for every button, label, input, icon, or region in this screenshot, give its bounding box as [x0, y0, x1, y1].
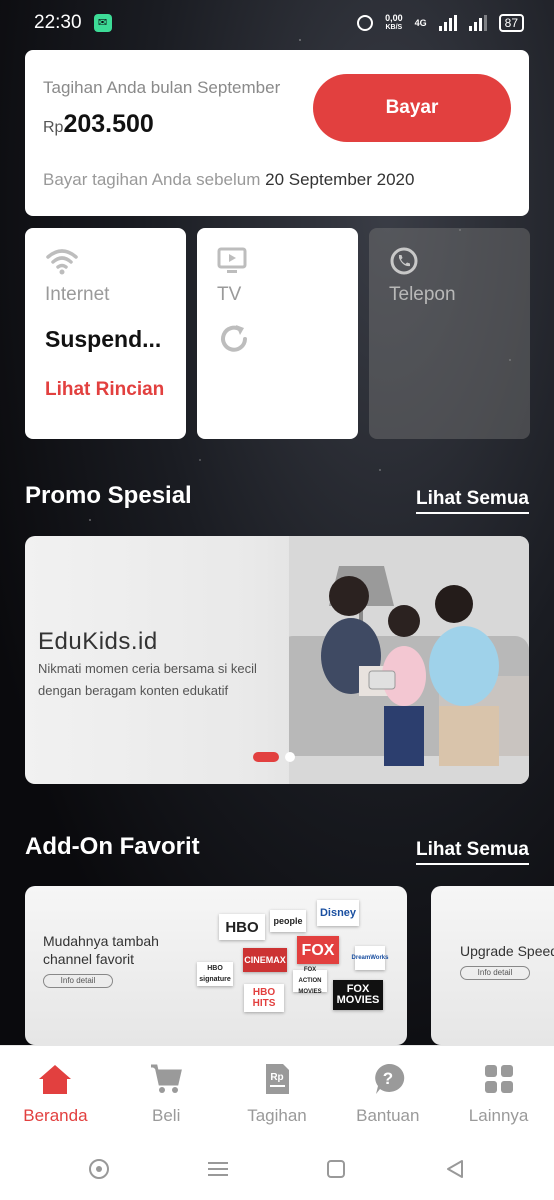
cart-icon: [151, 1064, 183, 1093]
phone-icon: [389, 246, 510, 280]
signal-icon: [438, 15, 457, 31]
battery-icon: 87: [498, 14, 524, 32]
hbo-signature-logo: HBO signature: [197, 962, 233, 986]
notification-app-icon: ✉: [93, 14, 112, 32]
pay-button[interactable]: Bayar: [313, 74, 511, 142]
refresh-icon[interactable]: [217, 322, 338, 361]
carousel-indicator: [253, 752, 295, 762]
hbo-hits-logo: HBO HITS: [244, 984, 284, 1012]
status-bar: 22:30 ✉ 0,00 KB/S 4G 87: [0, 0, 554, 46]
service-status: Suspend...: [45, 326, 162, 352]
fox-movies-logo: FOX MOVIES: [333, 980, 383, 1010]
nav-help[interactable]: ? Bantuan: [332, 1046, 443, 1137]
svg-text:Rp: Rp: [270, 1072, 283, 1083]
hbo-logo: HBO: [219, 914, 265, 940]
service-tile-phone: Telepon: [369, 228, 530, 439]
tv-icon: [217, 246, 338, 280]
nav-bill[interactable]: Rp Tagihan: [222, 1046, 333, 1137]
addon-section-title: Add-On Favorit: [25, 833, 200, 860]
info-detail-button[interactable]: Info detail: [460, 966, 530, 980]
net-speed: 0,00 KB/S: [385, 13, 403, 32]
promo-description: Nikmati momen ceria bersama si kecil den…: [38, 661, 257, 698]
alarm-icon: [357, 15, 374, 31]
help-icon: ?: [374, 1063, 404, 1094]
back-icon[interactable]: [444, 1158, 466, 1180]
home-button-icon[interactable]: [325, 1158, 347, 1180]
promo-banner[interactable]: EduKids.id Nikmati momen ceria bersama s…: [25, 536, 529, 784]
network-type: 4G: [414, 18, 427, 28]
fox-logo: FOX: [297, 936, 339, 964]
cinemax-logo: CINEMAX: [243, 948, 287, 972]
dreamworks-logo: DreamWorks: [352, 946, 388, 970]
addon-see-all-link[interactable]: Lihat Semua: [416, 839, 529, 865]
bottom-nav: Beranda Beli Rp Tagihan ? Bantuan Lainny…: [0, 1045, 554, 1137]
nav-more[interactable]: Lainnya: [443, 1046, 554, 1137]
nav-label: Lainnya: [468, 1106, 529, 1125]
menu-icon[interactable]: [207, 1159, 229, 1179]
bill-card: Tagihan Anda bulan September Rp203.500 B…: [25, 50, 529, 216]
people-logo: people: [270, 910, 306, 932]
promo-section-title: Promo Spesial: [25, 482, 192, 509]
status-time: 22:30: [34, 12, 82, 33]
addon-card-speed[interactable]: Upgrade Speed Info detail: [431, 886, 554, 1045]
addon-text: Upgrade Speed: [460, 943, 554, 959]
promo-title: EduKids.id: [38, 628, 158, 655]
assistant-icon[interactable]: [88, 1158, 110, 1180]
nav-label: Beli: [152, 1106, 181, 1125]
promo-family-image: [289, 536, 529, 784]
carousel-dot-active: [253, 752, 279, 762]
nav-home[interactable]: Beranda: [0, 1046, 111, 1137]
due-date: 20 September 2020: [265, 170, 415, 189]
svg-text:?: ?: [383, 1069, 393, 1088]
currency-label: Rp: [43, 119, 64, 136]
addon-card-channels[interactable]: Mudahnya tambah channel favorit Info det…: [25, 886, 407, 1045]
addon-text: Mudahnya tambah channel favorit: [43, 933, 159, 967]
grid-icon: [484, 1065, 513, 1093]
system-nav-bar: [0, 1137, 554, 1200]
disney-logo: Disney: [317, 900, 359, 926]
see-details-link[interactable]: Lihat Rincian: [45, 379, 166, 401]
promo-see-all-link[interactable]: Lihat Semua: [416, 488, 529, 514]
bill-due-text: Bayar tagihan Anda sebelum 20 September …: [43, 170, 415, 189]
wifi-icon: [45, 246, 166, 280]
service-label: Telepon: [389, 284, 456, 305]
nav-label: Bantuan: [356, 1106, 420, 1125]
nav-label: Tagihan: [247, 1106, 307, 1125]
bill-icon: Rp: [265, 1064, 289, 1094]
fox-action-movies-logo: FOX ACTION MOVIES: [293, 967, 327, 995]
home-icon: [39, 1065, 72, 1094]
nav-buy[interactable]: Beli: [111, 1046, 222, 1137]
service-label: TV: [217, 284, 242, 305]
signal-icon-2: [468, 15, 487, 31]
nav-label: Beranda: [23, 1106, 88, 1125]
carousel-dot: [285, 752, 295, 762]
service-tile-internet[interactable]: Internet Suspend... Lihat Rincian: [25, 228, 186, 439]
service-tile-tv[interactable]: TV: [197, 228, 358, 439]
service-label: Internet: [45, 284, 110, 305]
info-detail-button[interactable]: Info detail: [43, 974, 113, 988]
